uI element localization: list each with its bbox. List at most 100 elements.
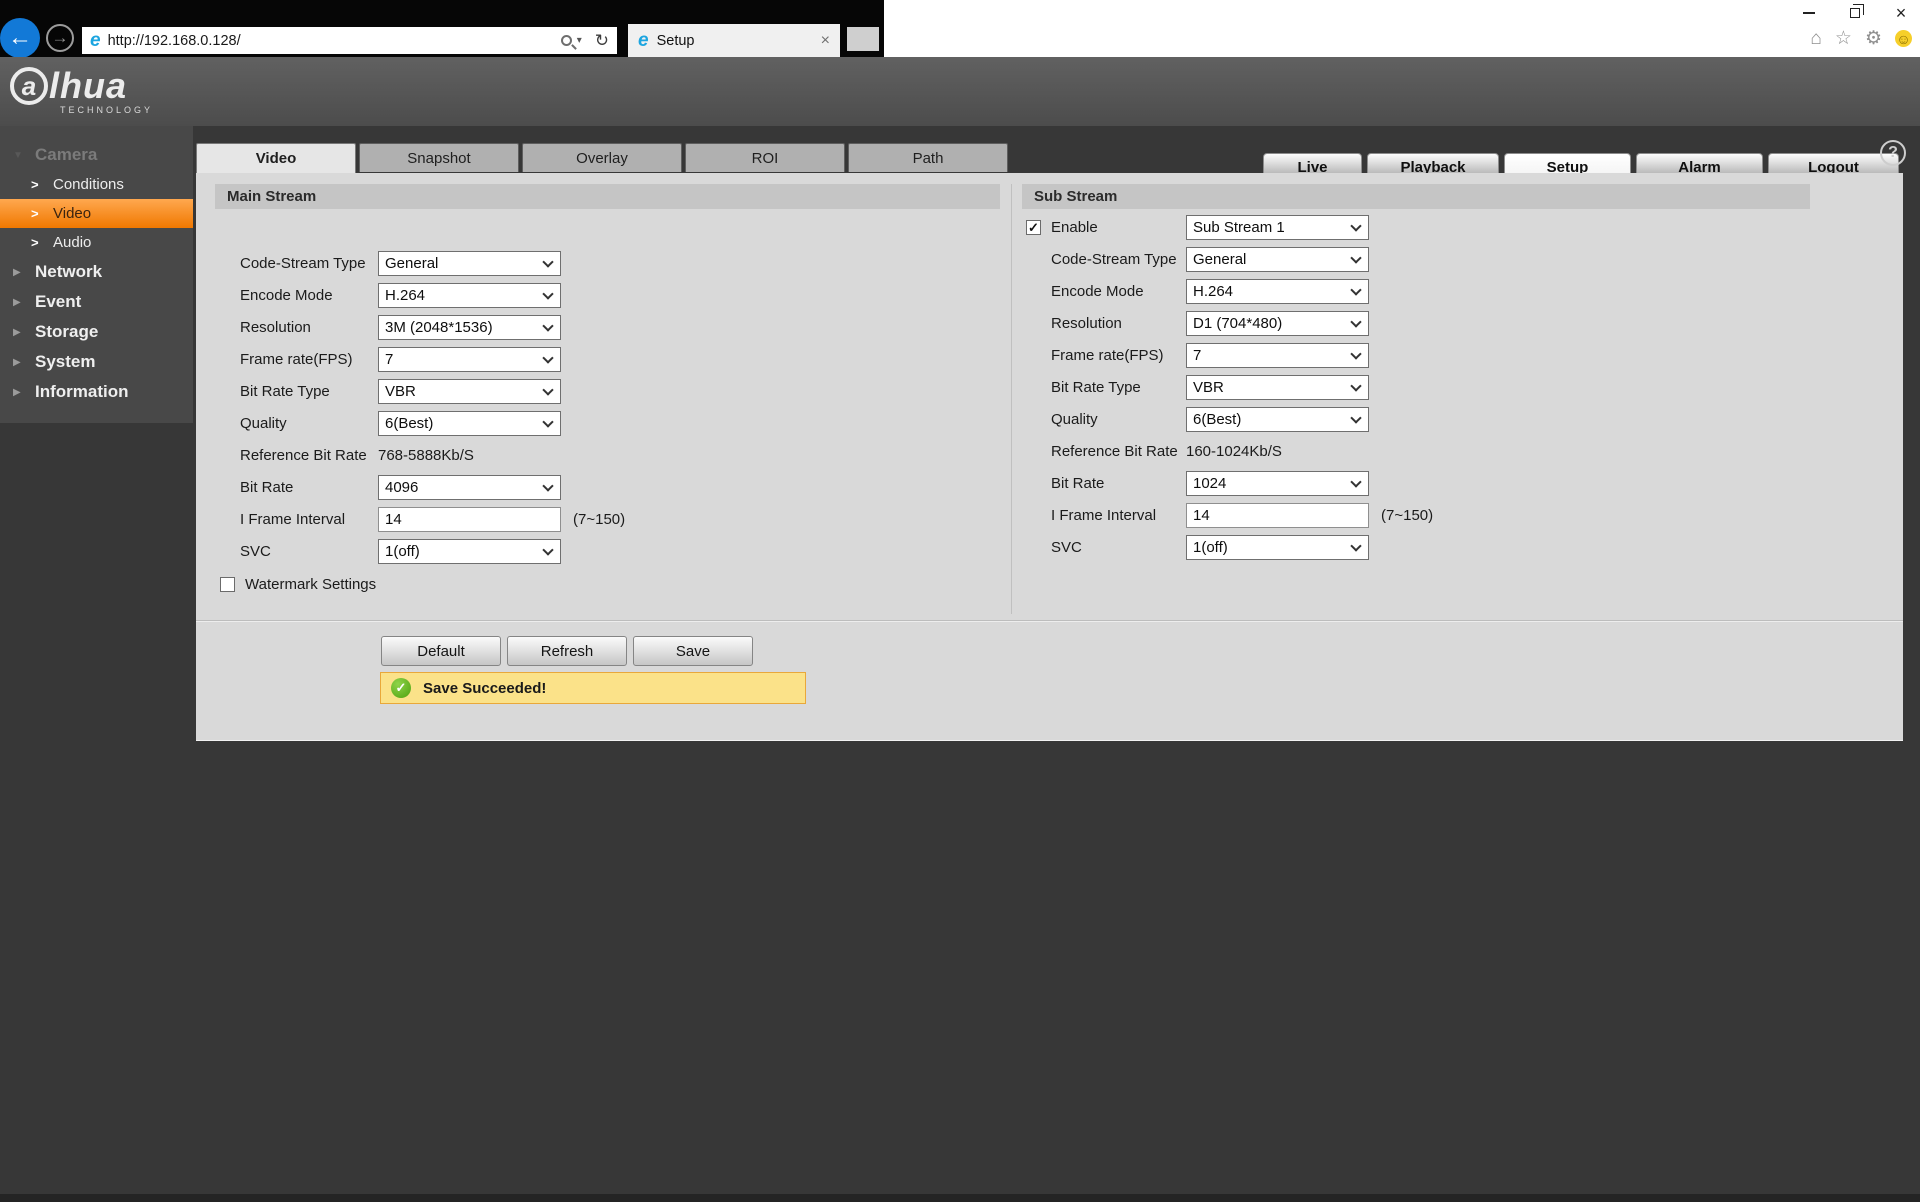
action-buttons: Default Refresh Save [381,636,753,666]
refresh-button[interactable]: Refresh [507,636,627,666]
tab-title: Setup [656,32,695,49]
tab-roi[interactable]: ROI [685,143,845,172]
svc-label: SVC [1051,538,1082,556]
sidebar-item-conditions[interactable]: > Conditions [0,170,193,199]
back-icon: ← [8,24,32,51]
quality-label: Quality [240,414,287,432]
select-value: 7 [385,350,394,368]
sidebar-item-storage[interactable]: ▶ Storage [0,317,193,347]
sidebar-storage-label: Storage [35,322,99,341]
form-row: ✓ Enable Sub Stream 1 [1026,211,1806,243]
home-icon[interactable]: ⌂ [1810,29,1821,48]
close-button[interactable]: × [1890,3,1912,23]
code-stream-type-label: Code-Stream Type [240,254,366,272]
tab-snapshot[interactable]: Snapshot [359,143,519,172]
sidebar-item-network[interactable]: ▶ Network [0,257,193,287]
chevron-down-icon [542,255,554,268]
chevron-down-icon [1350,219,1362,232]
bit-rate-select[interactable]: 1024 [1186,470,1369,496]
form-row: Resolution 3M (2048*1536) [240,311,1000,343]
svc-select[interactable]: 1(off) [1186,534,1369,560]
form-row: Encode Mode H.264 [240,279,1000,311]
restore-button[interactable] [1844,3,1866,23]
search-caret-icon[interactable]: ▾ [577,35,582,46]
refresh-icon[interactable]: ↻ [595,31,609,51]
quality-select[interactable]: 6(Best) [1186,406,1369,432]
select-value: H.264 [1193,282,1234,300]
form-row: SVC 1(off) [240,535,1000,567]
minimize-icon [1803,12,1815,14]
triangle-right-icon: ▶ [13,296,21,308]
main-stream-form: Code-Stream Type General Encode Mode H.2… [240,247,1000,567]
bit-rate-type-select[interactable]: VBR [378,378,561,404]
chevron-right-icon: > [31,235,39,250]
new-tab-button[interactable] [847,27,879,51]
i-frame-interval-input[interactable] [1186,502,1369,528]
select-value: 1(off) [1193,538,1228,556]
i-frame-interval-input[interactable] [378,506,561,532]
chevron-down-icon [542,319,554,332]
bit-rate-type-label: Bit Rate Type [1051,378,1141,396]
sidebar-item-system[interactable]: ▶ System [0,347,193,377]
chevron-down-icon [542,415,554,428]
sidebar-item-audio[interactable]: > Audio [0,228,193,257]
save-button[interactable]: Save [633,636,753,666]
frame-rate-select[interactable]: 7 [1186,342,1369,368]
sidebar-item-event[interactable]: ▶ Event [0,287,193,317]
select-value: General [385,254,439,272]
browser-back-button[interactable]: ← [0,18,40,58]
logo-text: lhua [49,65,128,106]
bit-rate-select[interactable]: 4096 [378,474,561,500]
section-separator [196,620,1903,622]
chevron-right-icon: > [31,177,39,192]
enable-checkbox[interactable]: ✓ [1026,219,1041,235]
frame-rate-label: Frame rate(FPS) [240,350,353,368]
search-icon[interactable] [560,35,572,46]
default-button[interactable]: Default [381,636,501,666]
sidebar-item-video[interactable]: > Video [0,199,193,228]
form-row: Bit Rate 1024 [1026,467,1806,499]
bit-rate-type-select[interactable]: VBR [1186,374,1369,400]
resolution-select[interactable]: 3M (2048*1536) [378,314,561,340]
ie-icon: e [90,30,101,51]
watermark-settings-row: Watermark Settings [220,568,376,600]
tab-close-icon[interactable]: × [821,32,830,50]
form-row: Reference Bit Rate 160-1024Kb/S [1026,435,1806,467]
code-stream-type-select[interactable]: General [378,250,561,276]
favorites-star-icon[interactable]: ☆ [1835,29,1852,48]
frame-rate-select[interactable]: 7 [378,346,561,372]
bit-rate-type-label: Bit Rate Type [240,382,330,400]
help-button[interactable]: ? [1880,140,1906,166]
sidebar-item-camera[interactable]: ▼ Camera [0,140,193,170]
browser-tab[interactable]: e Setup × [628,24,840,57]
quality-select[interactable]: 6(Best) [378,410,561,436]
select-value: 1024 [1193,474,1227,492]
svc-select[interactable]: 1(off) [378,538,561,564]
chevron-down-icon [1350,411,1362,424]
sub-stream-select[interactable]: Sub Stream 1 [1186,214,1369,240]
tab-path[interactable]: Path [848,143,1008,172]
minimize-button[interactable] [1798,3,1820,23]
feedback-smiley-icon[interactable]: ☺ [1895,30,1912,47]
gear-icon[interactable]: ⚙ [1865,29,1882,48]
sidebar-item-information[interactable]: ▶ Information [0,377,193,407]
tab-video[interactable]: Video [196,143,356,173]
i-frame-interval-label: I Frame Interval [1051,506,1157,524]
chevron-down-icon [1350,347,1362,360]
tab-overlay[interactable]: Overlay [522,143,682,172]
form-row: Quality 6(Best) [1026,403,1806,435]
reference-bit-rate-value: 160-1024Kb/S [1186,442,1282,460]
chevron-down-icon [1350,283,1362,296]
encode-mode-select[interactable]: H.264 [1186,278,1369,304]
resolution-select[interactable]: D1 (704*480) [1186,310,1369,336]
address-bar[interactable]: e http://192.168.0.128/ ▾ ↻ [82,27,617,54]
select-value: General [1193,250,1247,268]
browser-forward-button[interactable]: → [46,24,74,52]
form-row: Reference Bit Rate 768-5888Kb/S [240,439,1000,471]
select-value: D1 (704*480) [1193,314,1283,332]
select-value: VBR [1193,378,1224,396]
watermark-checkbox[interactable] [220,576,235,592]
frame-rate-label: Frame rate(FPS) [1051,346,1164,364]
encode-mode-select[interactable]: H.264 [378,282,561,308]
code-stream-type-select[interactable]: General [1186,246,1369,272]
